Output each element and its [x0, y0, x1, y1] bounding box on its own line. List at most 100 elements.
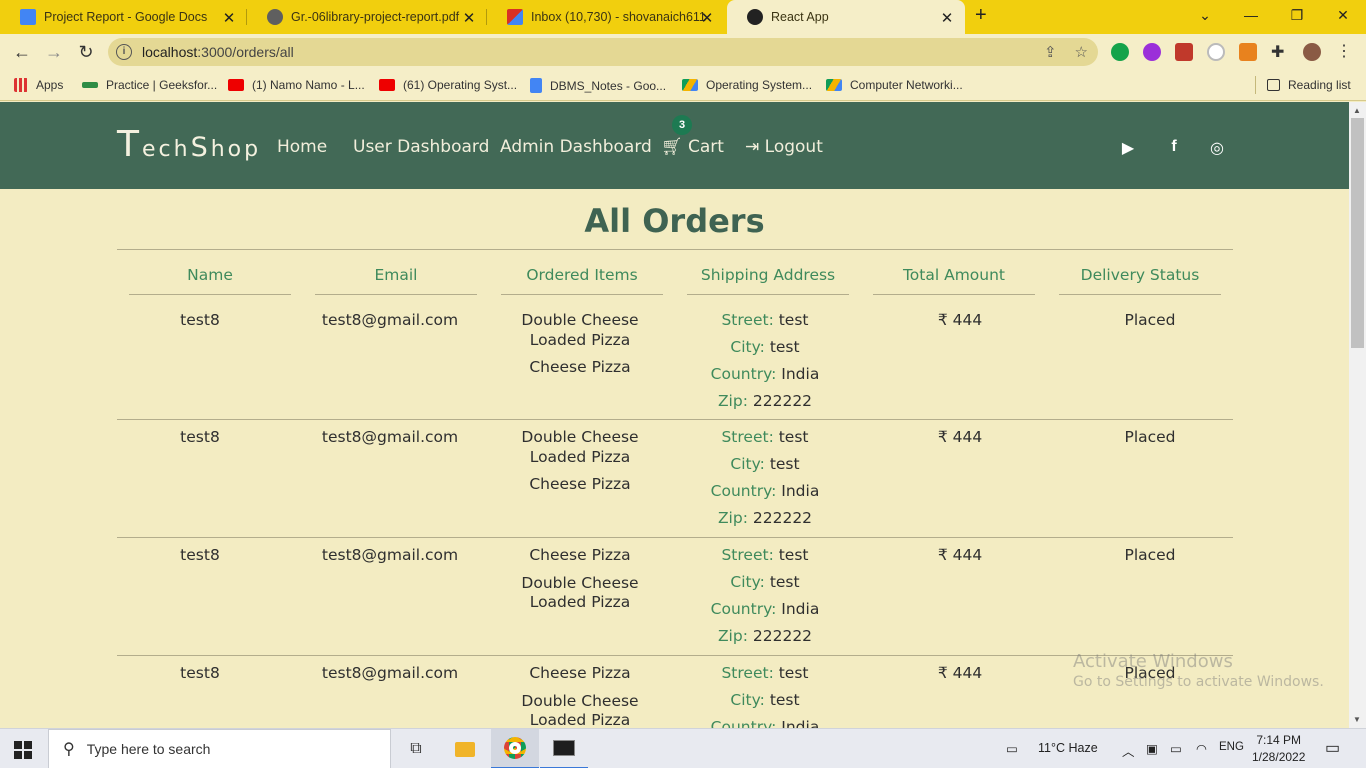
- tab-google-docs[interactable]: Project Report - Google Docs ✕: [0, 0, 247, 34]
- nav-home-link[interactable]: Home: [277, 137, 327, 157]
- nav-logout-link[interactable]: ⇥ Logout: [745, 137, 823, 157]
- clock[interactable]: 7:14 PM 1/28/2022: [1252, 732, 1305, 766]
- url-text[interactable]: localhost:3000/orders/all: [142, 44, 294, 60]
- youtube-icon[interactable]: ▶: [1118, 138, 1138, 158]
- order-address: Street: test City: test Country: India Z…: [710, 311, 820, 410]
- tab-pdf[interactable]: Gr.-06library-project-report.pdf ✕: [247, 0, 487, 34]
- tab-gmail[interactable]: Inbox (10,730) - shovanaich611@ ✕: [487, 0, 725, 34]
- bookmark-dbms-notes[interactable]: DBMS_Notes - Goo...: [530, 78, 666, 93]
- facebook-icon[interactable]: f: [1164, 138, 1184, 156]
- google-drive-icon: [826, 79, 842, 91]
- terminal-icon[interactable]: [540, 729, 588, 768]
- page-title: All Orders: [584, 202, 765, 240]
- close-window-icon[interactable]: ✕: [1320, 0, 1366, 30]
- bookmark-geeksforgeeks[interactable]: Practice | Geeksfor...: [82, 78, 217, 92]
- nav-cart-link[interactable]: 🛒︎ Cart: [661, 137, 724, 157]
- bookmark-youtube-2[interactable]: (61) Operating Syst...: [379, 78, 517, 92]
- column-header-status: Delivery Status: [1080, 266, 1200, 284]
- grammarly-extension-icon[interactable]: [1111, 43, 1129, 61]
- metamask-extension-icon[interactable]: [1239, 43, 1257, 61]
- maximize-icon[interactable]: ❐: [1274, 0, 1320, 30]
- row-divider: [117, 419, 1233, 420]
- nav-admin-dashboard-link[interactable]: Admin Dashboard: [500, 137, 652, 157]
- close-tab-icon[interactable]: ✕: [221, 9, 237, 27]
- site-navbar: TechShop Home User Dashboard Admin Dashb…: [0, 102, 1349, 189]
- cart-icon: 🛒︎: [661, 137, 683, 157]
- globe-icon: [267, 9, 283, 25]
- extension-icon[interactable]: [1175, 43, 1193, 61]
- order-items: Cheese Pizza Double Cheese Loaded Pizza: [480, 546, 680, 621]
- extension-icon[interactable]: [1143, 43, 1161, 61]
- browser-tab-strip: Project Report - Google Docs ✕ Gr.-06lib…: [0, 0, 1366, 34]
- column-header-address: Shipping Address: [700, 266, 836, 284]
- cart-count-badge: 3: [672, 115, 692, 135]
- chrome-taskbar-icon[interactable]: [491, 729, 539, 768]
- wifi-icon[interactable]: ◠: [1196, 741, 1207, 756]
- activate-windows-watermark: Activate Windows Go to Settings to activ…: [1073, 651, 1324, 690]
- title-divider: [117, 249, 1233, 250]
- bookmarks-bar: Apps Practice | Geeksfor... (1) Namo Nam…: [0, 70, 1366, 101]
- scroll-up-icon[interactable]: ▲: [1353, 106, 1361, 115]
- meet-icon[interactable]: ▣: [1146, 741, 1158, 756]
- extension-icon[interactable]: [1207, 43, 1225, 61]
- back-icon[interactable]: ←: [11, 41, 33, 63]
- tab-react-app[interactable]: React App ✕: [727, 0, 965, 34]
- ordered-item: Double Cheese Loaded Pizza: [521, 573, 639, 612]
- windows-start-icon[interactable]: [14, 741, 32, 759]
- order-total: ₹ 444: [937, 546, 983, 564]
- battery-icon[interactable]: ▭: [1170, 741, 1182, 756]
- order-items: Cheese Pizza Double Cheese Loaded Pizza: [480, 664, 680, 728]
- extensions-puzzle-icon[interactable]: ✚: [1271, 42, 1289, 61]
- reading-list-button[interactable]: Reading list: [1267, 78, 1351, 92]
- language-indicator[interactable]: ENG: [1219, 741, 1244, 753]
- taskbar-search-box[interactable]: ⚲ Type here to search: [48, 729, 391, 768]
- weather-text[interactable]: 11°C Haze: [1038, 741, 1098, 755]
- reload-icon[interactable]: ↻: [75, 41, 97, 63]
- brand-logo[interactable]: TechShop: [117, 124, 261, 165]
- order-total: ₹ 444: [937, 428, 983, 446]
- scroll-down-icon[interactable]: ▼: [1353, 715, 1361, 724]
- ordered-item: Cheese Pizza: [529, 475, 631, 493]
- column-header-total: Total Amount: [902, 266, 1006, 284]
- address-bar[interactable]: i localhost:3000/orders/all ⇪ ☆: [108, 38, 1098, 66]
- close-tab-icon[interactable]: ✕: [939, 9, 955, 27]
- task-view-icon[interactable]: ⧉: [392, 729, 440, 768]
- scrollbar-thumb[interactable]: [1351, 118, 1364, 348]
- order-status: Placed: [1124, 546, 1176, 564]
- bookmark-star-icon[interactable]: ☆: [1075, 43, 1088, 61]
- nav-user-dashboard-link[interactable]: User Dashboard: [353, 137, 489, 157]
- order-items: Double Cheese Loaded Pizza Cheese Pizza: [480, 428, 680, 503]
- ordered-item: Double Cheese Loaded Pizza: [521, 311, 639, 349]
- ordered-item: Cheese Pizza: [529, 358, 631, 376]
- bookmark-youtube-1[interactable]: (1) Namo Namo - L...: [228, 78, 365, 92]
- tray-expand-icon[interactable]: ︿: [1122, 741, 1135, 760]
- instagram-icon[interactable]: ◎: [1207, 138, 1227, 158]
- file-explorer-icon[interactable]: [441, 729, 489, 768]
- new-tab-icon[interactable]: +: [975, 4, 987, 27]
- page-scrollbar[interactable]: ▲ ▼: [1349, 102, 1366, 728]
- forward-icon[interactable]: →: [43, 41, 65, 63]
- bookmark-apps[interactable]: Apps: [14, 78, 63, 92]
- minimize-icon[interactable]: —: [1228, 0, 1274, 30]
- youtube-icon: [228, 79, 244, 91]
- tab-search-chevron-icon[interactable]: ⌄: [1182, 0, 1228, 30]
- menu-kebab-icon[interactable]: ⋮: [1336, 41, 1354, 60]
- ordered-item: Cheese Pizza: [529, 546, 631, 564]
- bookmark-drive-cn[interactable]: Computer Networki...: [826, 78, 963, 92]
- weather-icon[interactable]: ▭: [1006, 741, 1018, 756]
- order-email: test8@gmail.com: [321, 311, 459, 329]
- site-info-icon[interactable]: i: [116, 44, 132, 60]
- ordered-item: Cheese Pizza: [529, 664, 631, 682]
- google-docs-icon: [20, 9, 36, 25]
- close-tab-icon[interactable]: ✕: [699, 9, 715, 27]
- bookmark-drive-os[interactable]: Operating System...: [682, 78, 812, 92]
- share-icon[interactable]: ⇪: [1044, 43, 1057, 61]
- geeksforgeeks-icon: [82, 82, 98, 88]
- notifications-icon[interactable]: ▭: [1325, 738, 1340, 758]
- order-status: Placed: [1124, 311, 1176, 329]
- profile-avatar[interactable]: [1303, 43, 1321, 61]
- close-tab-icon[interactable]: ✕: [461, 9, 477, 27]
- react-icon: [747, 9, 763, 25]
- tab-title: Gr.-06library-project-report.pdf: [291, 10, 460, 24]
- order-address: Street: test City: test Country: India Z…: [710, 428, 820, 527]
